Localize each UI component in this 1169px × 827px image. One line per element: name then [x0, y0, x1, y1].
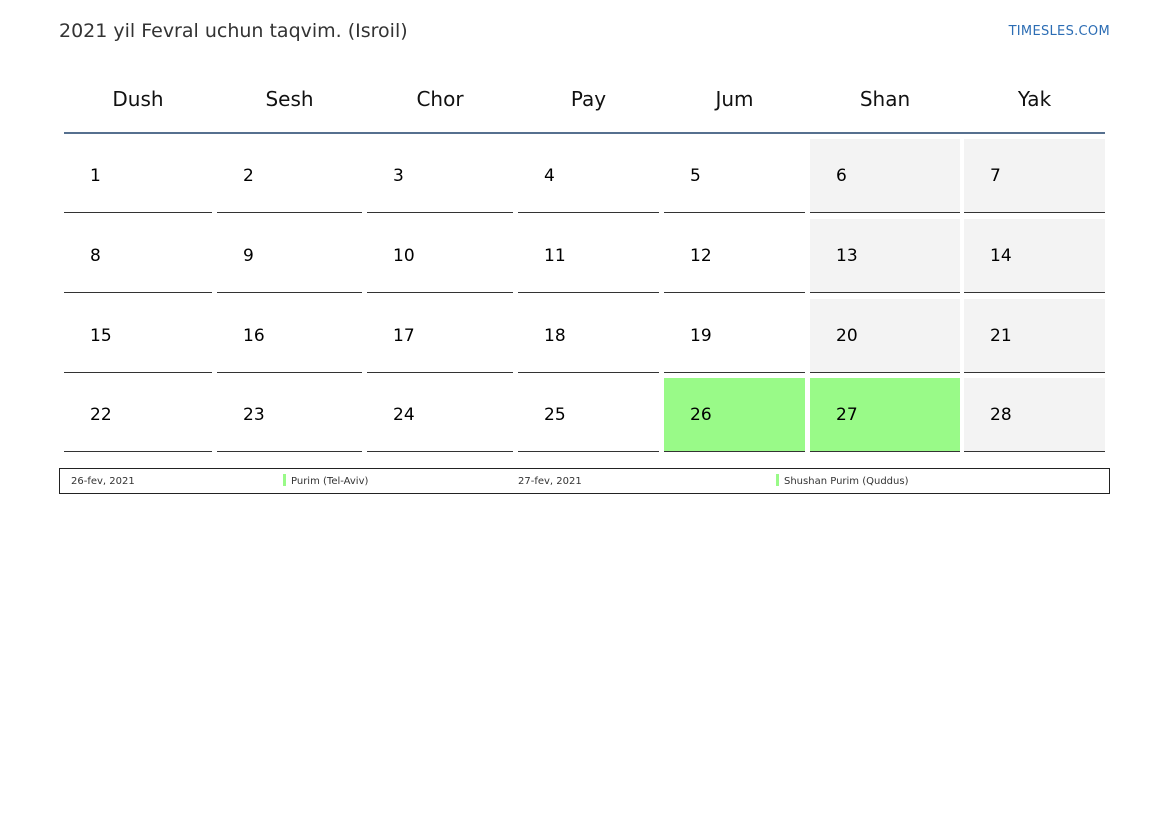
day-cell[interactable]: 10 [367, 219, 513, 293]
day-number: 12 [690, 246, 712, 266]
day-number: 10 [393, 246, 415, 266]
day-cell[interactable]: 25 [518, 378, 659, 452]
day-cell[interactable]: 8 [64, 219, 212, 293]
day-number: 11 [544, 246, 566, 266]
day-cell[interactable]: 3 [367, 139, 513, 213]
day-cell[interactable]: 19 [664, 299, 805, 373]
day-cell[interactable]: 15 [64, 299, 212, 373]
day-cell[interactable]: 22 [64, 378, 212, 452]
day-number: 7 [990, 166, 1001, 186]
day-cell[interactable]: 6 [810, 139, 960, 213]
day-cell[interactable]: 2 [217, 139, 362, 213]
day-number: 21 [990, 326, 1012, 346]
holiday-color-marker [776, 474, 779, 486]
day-cell[interactable]: 18 [518, 299, 659, 373]
day-number: 14 [990, 246, 1012, 266]
holiday-color-marker [283, 474, 286, 486]
holiday-legend: 26-fev, 2021 Purim (Tel-Aviv) 27-fev, 20… [59, 468, 1110, 494]
day-cell[interactable]: 13 [810, 219, 960, 293]
day-number: 25 [544, 405, 566, 425]
day-cell[interactable]: 23 [217, 378, 362, 452]
day-cell[interactable]: 26 [664, 378, 805, 452]
day-number: 15 [90, 326, 112, 346]
day-number: 22 [90, 405, 112, 425]
day-cell[interactable]: 28 [964, 378, 1105, 452]
day-number: 28 [990, 405, 1012, 425]
calendar-grid: 1 2 3 4 5 6 7 8 9 10 11 12 13 14 15 16 17 18 19 20 21 22 23 24 2… [0, 0, 1169, 460]
day-number: 8 [90, 246, 101, 266]
day-cell[interactable]: 5 [664, 139, 805, 213]
day-cell[interactable]: 27 [810, 378, 960, 452]
day-number: 27 [836, 405, 858, 425]
legend-date: 26-fev, 2021 [71, 476, 135, 487]
legend-holiday-name: Purim (Tel-Aviv) [291, 476, 369, 487]
day-number: 9 [243, 246, 254, 266]
day-number: 3 [393, 166, 404, 186]
day-cell[interactable]: 7 [964, 139, 1105, 213]
day-number: 16 [243, 326, 265, 346]
day-number: 20 [836, 326, 858, 346]
day-cell[interactable]: 14 [964, 219, 1105, 293]
day-number: 26 [690, 405, 712, 425]
day-number: 13 [836, 246, 858, 266]
day-number: 24 [393, 405, 415, 425]
day-number: 6 [836, 166, 847, 186]
day-cell[interactable]: 9 [217, 219, 362, 293]
day-number: 2 [243, 166, 254, 186]
day-cell[interactable]: 16 [217, 299, 362, 373]
day-number: 19 [690, 326, 712, 346]
day-number: 4 [544, 166, 555, 186]
day-number: 18 [544, 326, 566, 346]
legend-date: 27-fev, 2021 [518, 476, 582, 487]
day-cell[interactable]: 21 [964, 299, 1105, 373]
day-cell[interactable]: 4 [518, 139, 659, 213]
day-number: 5 [690, 166, 701, 186]
day-cell[interactable]: 20 [810, 299, 960, 373]
day-cell[interactable]: 1 [64, 139, 212, 213]
day-number: 23 [243, 405, 265, 425]
day-cell[interactable]: 24 [367, 378, 513, 452]
day-cell[interactable]: 11 [518, 219, 659, 293]
day-number: 17 [393, 326, 415, 346]
day-cell[interactable]: 17 [367, 299, 513, 373]
legend-holiday-name: Shushan Purim (Quddus) [784, 476, 909, 487]
day-number: 1 [90, 166, 101, 186]
day-cell[interactable]: 12 [664, 219, 805, 293]
